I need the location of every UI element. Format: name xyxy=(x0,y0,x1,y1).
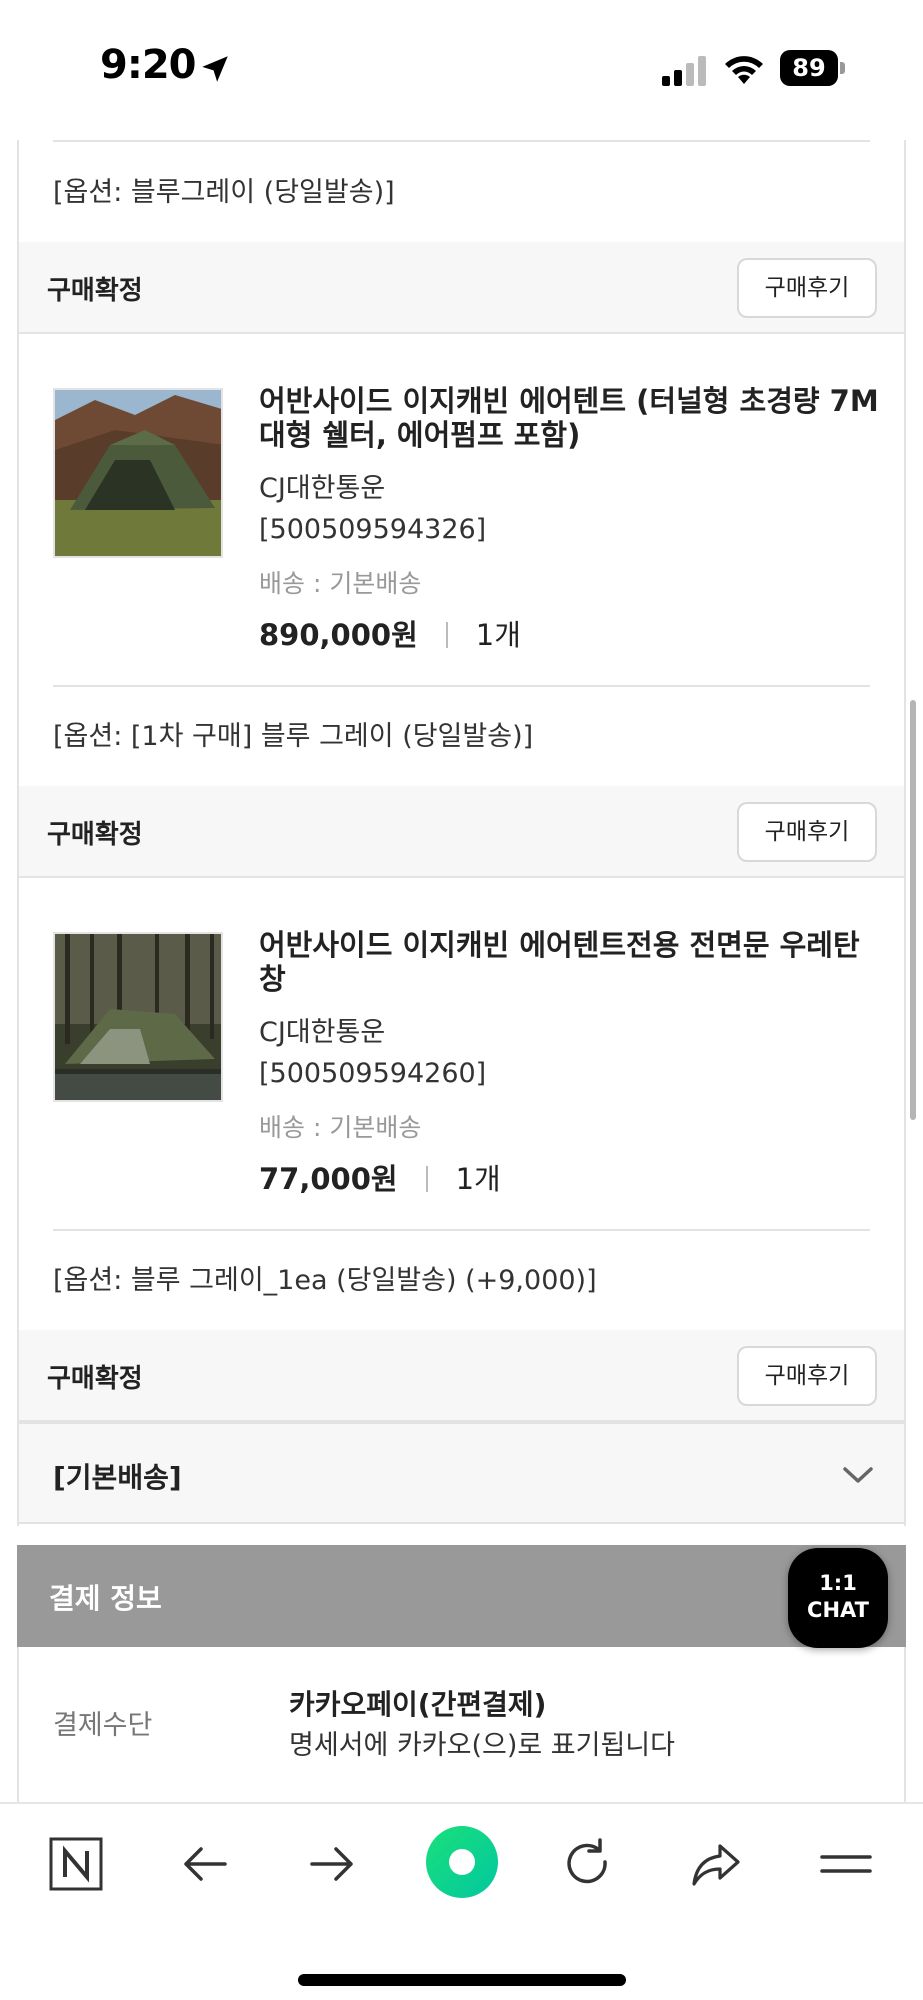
product-item[interactable]: 어반사이드 이지캐빈 에어텐트 (터널형 초경량 7M 대형 쉘터, 에어펌프 … xyxy=(19,336,904,680)
browser-toolbar xyxy=(0,1802,923,2000)
tracking-number[interactable]: [500509594326] xyxy=(259,514,486,545)
payment-method-value: 카카오페이(간편결제) xyxy=(289,1688,547,1721)
purchase-confirmed-label: 구매확정 xyxy=(47,820,143,850)
cellular-signal-icon xyxy=(662,56,706,86)
payment-statement-note: 명세서에 카카오(으)로 표기됩니다 xyxy=(289,1730,675,1761)
write-review-button[interactable]: 구매후기 xyxy=(737,258,877,318)
option-text: [옵션: 블루그레이 (당일발송)] xyxy=(53,177,395,208)
shipping-carrier: CJ대한통운 xyxy=(259,1017,386,1048)
purchase-confirmed-label: 구매확정 xyxy=(47,1364,143,1394)
chat-button[interactable]: 1:1 CHAT xyxy=(788,1548,888,1648)
divider xyxy=(53,685,870,687)
tent-image xyxy=(55,934,221,1100)
payment-info-header: 결제 정보 xyxy=(17,1545,906,1647)
product-price: 890,000원 xyxy=(259,618,418,652)
divider xyxy=(53,140,870,142)
status-time: 9:20 xyxy=(100,42,196,88)
product-quantity: 1개 xyxy=(475,618,521,652)
chevron-down-icon[interactable] xyxy=(841,1460,875,1490)
location-arrow-icon xyxy=(202,56,228,82)
naver-n-icon[interactable] xyxy=(46,1834,106,1894)
home-indicator xyxy=(298,1974,626,1986)
green-dot-icon[interactable] xyxy=(422,1822,502,1902)
purchase-confirm-bar: 구매확정 구매후기 xyxy=(19,1330,904,1422)
basic-shipping-accordion[interactable]: [기본배송] xyxy=(19,1422,904,1524)
order-detail-panel: [옵션: 블루그레이 (당일발송)] 구매확정 구매후기 어반사이드 이지캐빈 … xyxy=(17,140,906,1526)
payment-method-label: 결제수단 xyxy=(53,1710,153,1741)
tracking-number[interactable]: [500509594260] xyxy=(259,1058,486,1089)
battery-tip xyxy=(840,62,845,74)
payment-info-title: 결제 정보 xyxy=(49,1582,162,1615)
purchase-confirm-bar: 구매확정 구매후기 xyxy=(19,786,904,878)
purchase-confirm-bar: 구매확정 구매후기 xyxy=(19,242,904,334)
wifi-icon xyxy=(725,56,763,84)
back-arrow-icon[interactable] xyxy=(175,1834,235,1894)
product-quantity: 1개 xyxy=(455,1162,501,1196)
option-text: [옵션: [1차 구매] 블루 그레이 (당일발송)] xyxy=(53,721,534,752)
product-name[interactable]: 어반사이드 이지캐빈 에어텐트전용 전면문 우레탄 창 xyxy=(259,928,879,996)
reload-icon[interactable] xyxy=(558,1834,618,1894)
battery-level: 89 xyxy=(780,50,838,86)
shipping-carrier: CJ대한통운 xyxy=(259,473,386,504)
divider xyxy=(53,1229,870,1231)
separator xyxy=(445,622,448,648)
product-thumbnail[interactable] xyxy=(53,932,223,1102)
product-name[interactable]: 어반사이드 이지캐빈 에어텐트 (터널형 초경량 7M 대형 쉘터, 에어펌프 … xyxy=(259,384,879,452)
product-price: 77,000원 xyxy=(259,1162,398,1196)
price-row: 890,000원 1개 xyxy=(259,612,521,654)
forward-arrow-icon[interactable] xyxy=(302,1834,362,1894)
price-row: 77,000원 1개 xyxy=(259,1156,501,1198)
write-review-button[interactable]: 구매후기 xyxy=(737,1346,877,1406)
write-review-button[interactable]: 구매후기 xyxy=(737,802,877,862)
chat-line-1: 1:1 xyxy=(819,1571,857,1595)
shipping-type: 배송 : 기본배송 xyxy=(259,569,422,598)
scrollbar[interactable] xyxy=(910,700,916,1120)
chat-line-2: CHAT xyxy=(807,1598,869,1622)
option-text: [옵션: 블루 그레이_1ea (당일발송) (+9,000)] xyxy=(53,1265,597,1296)
payment-method-row: 결제수단 카카오페이(간편결제) 명세서에 카카오(으)로 표기됩니다 xyxy=(17,1647,906,1827)
menu-icon[interactable] xyxy=(816,1834,876,1894)
purchase-confirmed-label: 구매확정 xyxy=(47,276,143,306)
shipping-type: 배송 : 기본배송 xyxy=(259,1113,422,1142)
status-bar: 9:20 89 xyxy=(0,0,923,140)
product-thumbnail[interactable] xyxy=(53,388,223,558)
product-item[interactable]: 어반사이드 이지캐빈 에어텐트전용 전면문 우레탄 창 CJ대한통운 [5005… xyxy=(19,880,904,1224)
separator xyxy=(425,1166,428,1192)
share-icon[interactable] xyxy=(686,1834,746,1894)
battery-indicator: 89 xyxy=(780,50,846,86)
basic-shipping-label: [기본배송] xyxy=(53,1461,182,1494)
tent-image xyxy=(55,390,221,556)
